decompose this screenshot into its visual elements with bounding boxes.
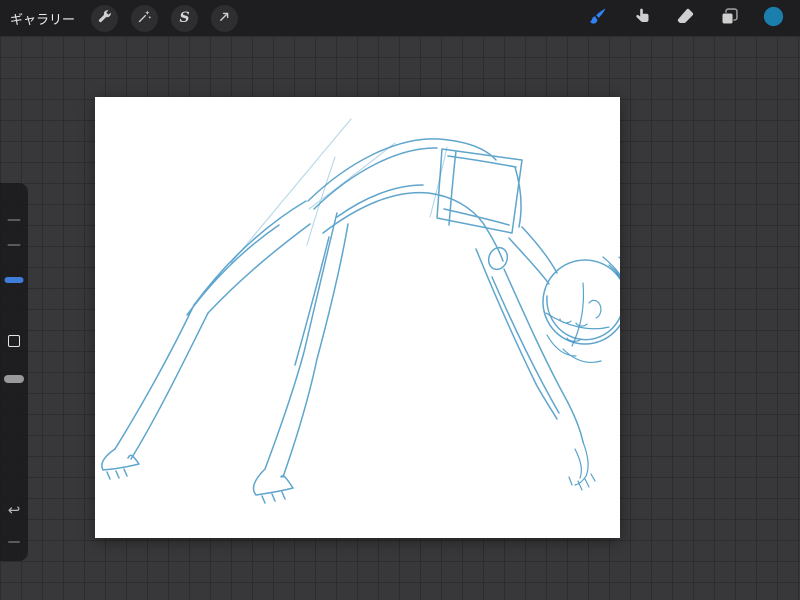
- wand-adjustments-icon: [137, 9, 152, 28]
- selection-s-icon: S: [179, 10, 190, 26]
- color-swatch[interactable]: [763, 6, 784, 31]
- sketch-ribcage-box: [436, 148, 523, 234]
- slider-tick: [7, 244, 21, 246]
- gallery-button[interactable]: ギャラリー: [10, 9, 75, 28]
- sketch-back-foot: [101, 448, 140, 480]
- figure-sketch: [101, 118, 620, 504]
- sketch-front-foot: [252, 468, 294, 504]
- eraser-icon[interactable]: [675, 6, 696, 31]
- workspace-background[interactable]: ↩: [0, 36, 800, 600]
- selection-button[interactable]: S: [171, 4, 199, 32]
- top-toolbar: ギャラリー S: [0, 0, 800, 36]
- layers-icon[interactable]: [719, 6, 740, 31]
- adjustments-button[interactable]: [131, 4, 159, 32]
- brush-size-slider-handle[interactable]: [4, 277, 24, 283]
- wrench-actions-icon: [97, 9, 112, 28]
- undo-button[interactable]: ↩: [8, 503, 21, 518]
- sketch-front-leg: [264, 212, 349, 478]
- slider-tick: [7, 219, 21, 221]
- transform-button[interactable]: [211, 4, 239, 32]
- sketch-neck-and-head: [508, 226, 620, 345]
- sketch-hair: [562, 256, 620, 363]
- right-tool-group: [587, 6, 800, 31]
- actions-button[interactable]: [91, 4, 119, 32]
- smudge-finger-icon[interactable]: [631, 6, 652, 31]
- transform-arrow-icon: [217, 9, 232, 28]
- sketch-hand: [568, 441, 596, 491]
- sketch-torso-arch: [307, 138, 504, 262]
- paint-brush-icon[interactable]: [587, 6, 608, 31]
- modify-button[interactable]: [8, 335, 20, 347]
- opacity-slider-handle[interactable]: [4, 375, 24, 383]
- drawing-canvas[interactable]: [95, 97, 620, 538]
- redo-tick[interactable]: [8, 541, 20, 543]
- sketch-back-leg: [114, 200, 311, 460]
- sketch-face-guides: [545, 282, 610, 357]
- brush-sidebar: ↩: [0, 183, 28, 561]
- sketch-arm: [475, 248, 584, 443]
- left-tool-group: S: [91, 4, 239, 32]
